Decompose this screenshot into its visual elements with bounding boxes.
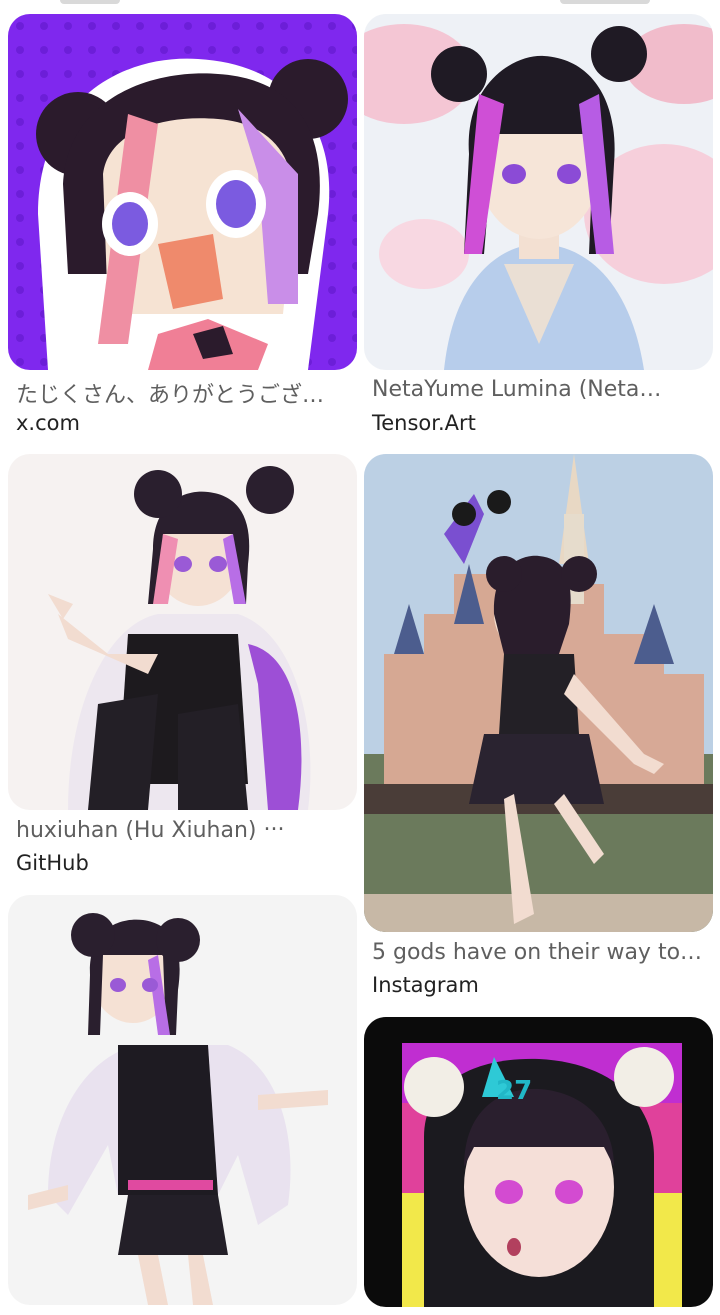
neon-poster-girl-image: 27	[364, 1017, 713, 1307]
partial-card-top-right	[560, 0, 650, 4]
svg-text:27: 27	[496, 1076, 532, 1106]
castle-girl-image	[364, 454, 713, 932]
result-source-2[interactable]: Tensor.Art	[372, 411, 476, 435]
cherry-blossom-girl-image	[364, 14, 713, 370]
result-image-4[interactable]	[364, 454, 713, 932]
result-title-3[interactable]: huxiuhan (Hu Xiuhan) ‧‧‧	[16, 818, 352, 843]
partial-card-top-left	[60, 0, 120, 4]
result-title-1[interactable]: たじくさん、ありがとうござ…	[16, 377, 352, 409]
result-source-4[interactable]: Instagram	[372, 973, 479, 997]
sitting-girl-image	[8, 454, 357, 810]
result-image-3[interactable]	[8, 454, 357, 810]
result-source-3[interactable]: GitHub	[16, 851, 89, 875]
result-image-2[interactable]	[364, 14, 713, 370]
chibi-girl-image	[8, 14, 357, 370]
result-image-6[interactable]: 27	[364, 1017, 713, 1307]
result-image-1[interactable]	[8, 14, 357, 370]
result-source-1[interactable]: x.com	[16, 411, 80, 435]
result-title-4[interactable]: 5 gods have on their way to…	[372, 940, 708, 965]
standing-girl-image	[8, 895, 357, 1305]
result-image-5[interactable]	[8, 895, 357, 1305]
result-title-2[interactable]: NetaYume Lumina (Neta…	[372, 377, 708, 402]
